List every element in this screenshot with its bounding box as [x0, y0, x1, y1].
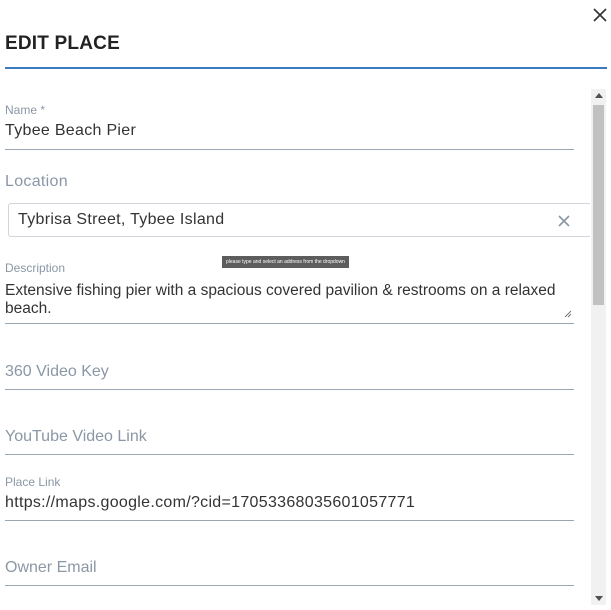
name-field[interactable]: Name * Tybee Beach Pier: [5, 103, 574, 151]
video-360-field[interactable]: 360 Video Key: [5, 363, 574, 391]
location-input[interactable]: Tybrisa Street, Tybee Island: [18, 211, 224, 229]
place-link-input[interactable]: https://maps.google.com/?cid=17053368035…: [5, 494, 574, 512]
name-underline: [5, 149, 574, 150]
resize-handle-icon[interactable]: [564, 310, 572, 318]
youtube-field[interactable]: YouTube Video Link: [5, 428, 574, 456]
owner-email-underline: [5, 585, 574, 586]
scroll-down-arrow-icon[interactable]: [595, 596, 603, 601]
youtube-input[interactable]: YouTube Video Link: [5, 428, 574, 446]
youtube-underline: [5, 454, 574, 455]
form-scroll-area: Name * Tybee Beach Pier Location Tybrisa…: [0, 89, 591, 610]
close-button[interactable]: [589, 4, 611, 26]
owner-email-input[interactable]: Owner Email: [5, 559, 574, 577]
place-link-field[interactable]: Place Link https://maps.google.com/?cid=…: [5, 475, 574, 523]
name-label: Name *: [5, 103, 46, 117]
place-link-label: Place Link: [5, 475, 61, 489]
description-field[interactable]: Description Extensive fishing pier with …: [5, 261, 574, 325]
place-link-underline: [5, 520, 574, 521]
title-divider: [5, 67, 607, 69]
clear-icon: [558, 215, 570, 227]
dialog-title: EDIT PLACE: [5, 33, 120, 54]
description-label: Description: [5, 261, 66, 275]
location-input-box[interactable]: Tybrisa Street, Tybee Island: [8, 203, 590, 237]
close-icon: [593, 8, 607, 22]
description-textarea[interactable]: Extensive fishing pier with a spacious c…: [5, 282, 574, 318]
video-360-input[interactable]: 360 Video Key: [5, 363, 574, 381]
name-input[interactable]: Tybee Beach Pier: [5, 122, 574, 140]
edit-place-dialog: EDIT PLACE Name * Tybee Beach Pier Locat…: [0, 0, 611, 610]
scroll-up-arrow-icon[interactable]: [595, 93, 603, 98]
video-360-underline: [5, 389, 574, 390]
owner-email-field[interactable]: Owner Email: [5, 559, 574, 587]
location-label: Location: [5, 173, 68, 190]
scrollbar-thumb[interactable]: [593, 105, 604, 305]
vertical-scrollbar[interactable]: [591, 89, 606, 605]
description-underline: [5, 323, 574, 324]
location-clear-button[interactable]: [556, 213, 572, 229]
